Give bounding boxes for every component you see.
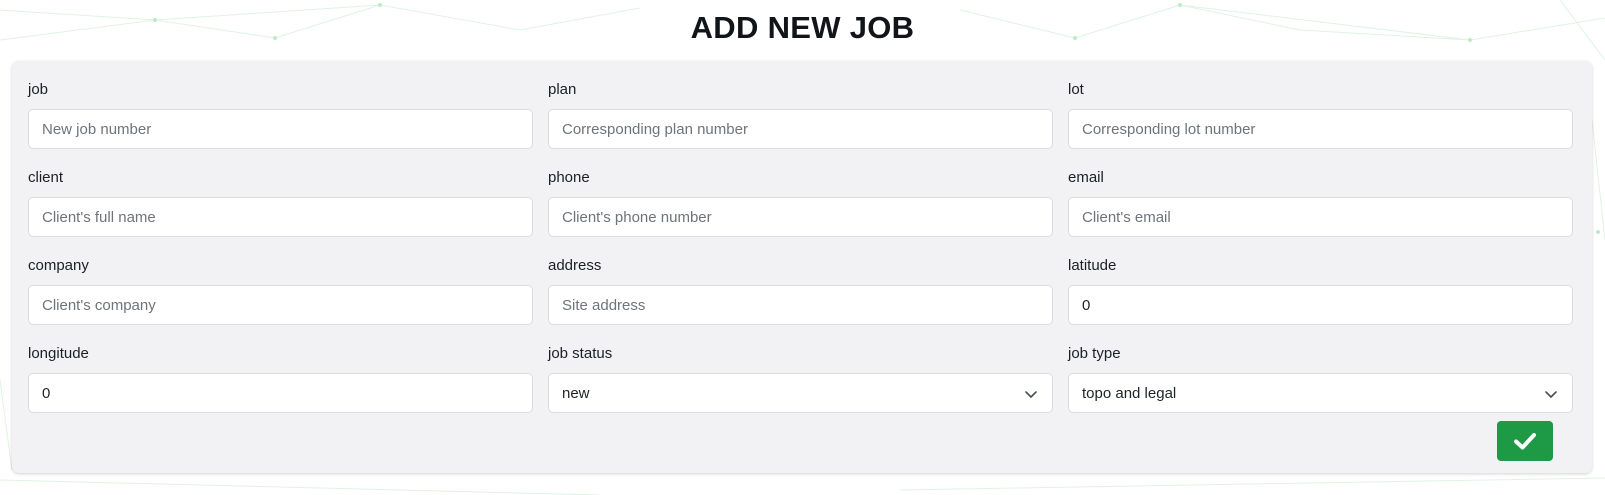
- client-field: client: [28, 169, 533, 257]
- address-field: address: [548, 257, 1053, 345]
- job-status-select[interactable]: new: [548, 373, 1053, 413]
- latitude-field: latitude: [1068, 257, 1573, 345]
- latitude-input[interactable]: [1068, 285, 1573, 325]
- job-status-field: job status new: [548, 345, 1053, 433]
- address-input[interactable]: [548, 285, 1053, 325]
- field-label: job status: [548, 345, 613, 362]
- chevron-down-icon: [1025, 391, 1037, 398]
- email-field: email: [1068, 169, 1573, 257]
- lot-field: lot: [1068, 81, 1573, 169]
- job-number-input[interactable]: [28, 109, 533, 149]
- field-label: latitude: [1068, 257, 1117, 274]
- lot-number-input[interactable]: [1068, 109, 1573, 149]
- company-field: company: [28, 257, 533, 345]
- field-label: longitude: [28, 345, 89, 362]
- client-name-input[interactable]: [28, 197, 533, 237]
- email-input[interactable]: [1068, 197, 1573, 237]
- longitude-field: longitude: [28, 345, 533, 433]
- company-input[interactable]: [28, 285, 533, 325]
- field-label: client: [28, 169, 64, 186]
- phone-field: phone: [548, 169, 1053, 257]
- submit-button[interactable]: [1497, 421, 1553, 461]
- field-label: lot: [1068, 81, 1084, 98]
- field-label: job: [28, 81, 49, 98]
- plan-field: plan: [548, 81, 1053, 169]
- field-label: email: [1068, 169, 1104, 186]
- field-label: company: [28, 257, 89, 274]
- job-type-value: topo and legal: [1082, 384, 1177, 402]
- job-field: job: [28, 81, 533, 169]
- add-job-form: job plan lot client phone email company: [12, 61, 1592, 473]
- field-label: phone: [548, 169, 590, 186]
- job-type-field: job type topo and legal: [1068, 345, 1573, 433]
- job-type-select[interactable]: topo and legal: [1068, 373, 1573, 413]
- field-label: address: [548, 257, 602, 274]
- field-label: job type: [1068, 345, 1121, 362]
- job-status-value: new: [562, 384, 590, 402]
- page-title: ADD NEW JOB: [690, 10, 915, 45]
- phone-input[interactable]: [548, 197, 1053, 237]
- plan-number-input[interactable]: [548, 109, 1053, 149]
- field-label: plan: [548, 81, 577, 98]
- longitude-input[interactable]: [28, 373, 533, 413]
- chevron-down-icon: [1545, 391, 1557, 398]
- checkmark-icon: [1514, 433, 1536, 450]
